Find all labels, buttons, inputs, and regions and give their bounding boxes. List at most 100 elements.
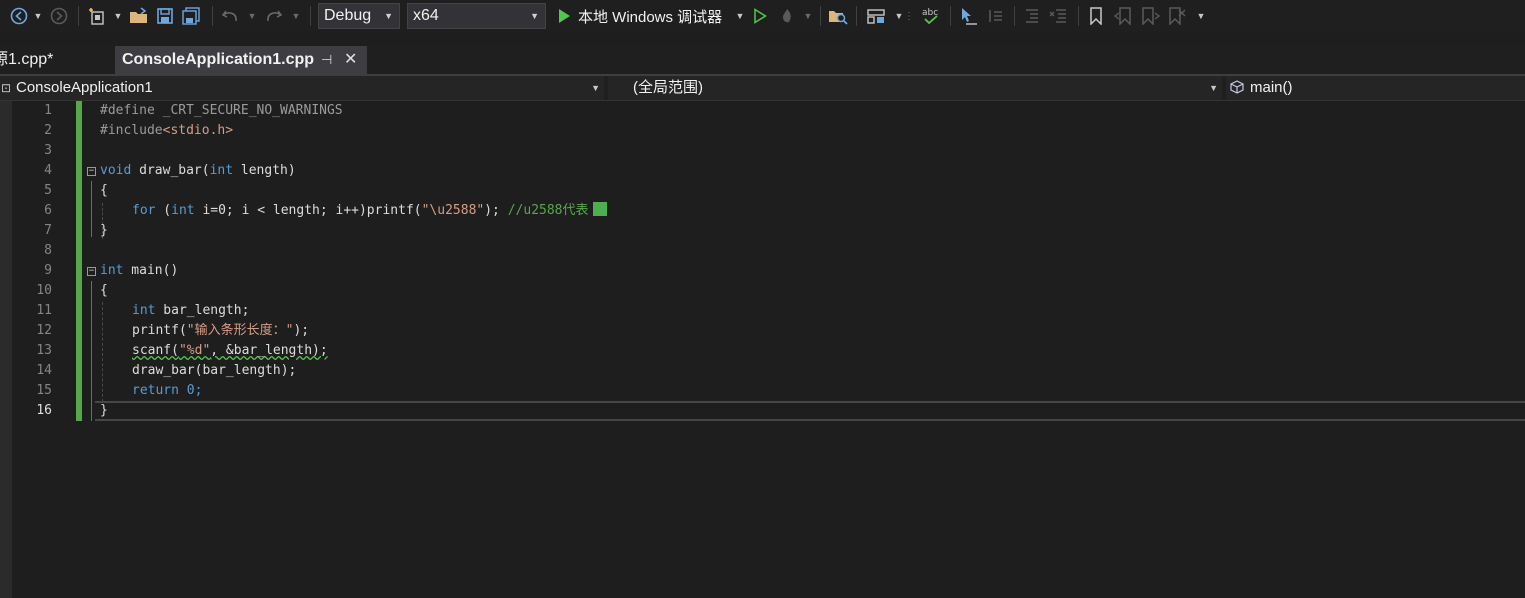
document-tab-strip: 源1.cpp* ConsoleApplication1.cpp ⊣ ✕ [0,46,1525,76]
code-text[interactable]: draw_bar(bar_length); [132,361,296,381]
keyword: for [132,203,156,218]
code-line: 10 [12,281,1525,301]
line-number: 16 [36,403,52,418]
code-part: bar_length; [155,303,250,318]
comment-icon[interactable] [1020,4,1044,28]
code-text[interactable]: return 0; [132,381,202,401]
code-text[interactable]: scanf("%d", &bar_length); [132,341,328,361]
code-part: printf( [132,323,187,338]
tab-consoleapplication1[interactable]: ConsoleApplication1.cpp ⊣ ✕ [115,46,367,74]
line-number: 8 [44,243,52,258]
line-number: 10 [36,283,52,298]
redo-dropdown-icon[interactable]: ▼ [290,4,302,28]
code-text[interactable]: } [100,401,108,421]
code-line: 16 [12,401,1525,421]
layout-icon[interactable] [864,4,888,28]
warning-squiggle: scanf("%d", &bar_length); [132,343,328,358]
code-text[interactable]: printf("输入条形长度："); [132,321,309,341]
chevron-down-icon: ▼ [1209,83,1218,93]
chevron-down-icon: ▼ [384,11,393,21]
code-text[interactable]: int main() [100,261,178,281]
uncomment-icon[interactable] [1046,4,1072,28]
tab-label: ConsoleApplication1.cpp [122,51,315,68]
platform-value: x64 [413,7,439,24]
code-text[interactable]: { [100,181,108,201]
string-literal: "\u2588" [421,203,485,218]
pin-icon[interactable]: ⊣ [321,46,332,74]
code-part: scanf( [132,343,179,358]
code-text[interactable]: #define _CRT_SECURE_NO_WARNINGS [100,101,343,121]
project-icon: ⊡ [1,81,12,95]
new-project-icon[interactable] [86,4,110,28]
start-debugger-button[interactable]: 本地 Windows 调试器 [578,4,738,28]
start-debug-icon[interactable] [554,4,574,28]
next-bookmark-icon[interactable] [1138,4,1162,28]
code-text[interactable]: void draw_bar(int length) [100,161,296,181]
code-line: 9 [12,261,1525,281]
string-literal: "输入条形长度：" [186,323,294,338]
back-icon[interactable] [8,4,30,28]
scope-name: (全局范围) [633,79,703,96]
platform-select[interactable]: x64 ▼ [407,3,546,29]
bookmark-icon[interactable] [1086,4,1106,28]
code-text[interactable]: } [100,221,108,241]
back-dropdown-icon[interactable]: ▼ [32,4,44,28]
line-number: 13 [36,343,52,358]
code-part: ); [484,203,508,218]
keyword: int [171,203,195,218]
project-dropdown[interactable]: ⊡ ConsoleApplication1 ▼ [0,76,604,100]
forward-icon[interactable] [48,4,70,28]
function-cube-icon [1230,76,1244,100]
comment: //u2588代表 [507,203,589,218]
hot-reload-icon[interactable] [776,4,798,28]
save-icon[interactable] [154,4,176,28]
code-text[interactable]: int bar_length; [132,301,249,321]
code-line: 7 [12,221,1525,241]
configuration-value: Debug [324,7,372,24]
close-icon[interactable]: ✕ [344,46,357,74]
find-in-files-icon[interactable] [826,4,850,28]
hot-reload-dropdown-icon[interactable]: ▼ [802,4,814,28]
keyword: int [132,303,156,318]
chevron-down-icon: ▼ [591,83,600,93]
include-path: <stdio.h> [162,123,234,138]
select-icon[interactable] [956,4,980,28]
function-decl: draw_bar( [131,163,210,178]
line-number: 7 [44,223,52,238]
start-without-debug-icon[interactable] [750,4,770,28]
open-folder-icon[interactable] [128,4,150,28]
member-dropdown[interactable]: main() [1226,76,1525,100]
code-text[interactable]: { [100,281,108,301]
keyword: int [209,163,234,178]
redo-icon[interactable] [262,4,286,28]
line-number: 5 [44,183,52,198]
keyword: void [100,163,132,178]
preprocessor: #include [100,123,163,138]
code-text[interactable]: #include<stdio.h> [100,121,233,141]
undo-dropdown-icon[interactable]: ▼ [246,4,258,28]
keyword: int [100,263,124,278]
toolbar-overflow-icon[interactable]: ▼ [1194,4,1208,28]
code-line: 3 [12,141,1525,161]
save-all-icon[interactable] [180,4,204,28]
clear-bookmarks-icon[interactable] [1164,4,1188,28]
tab-source1[interactable]: 源1.cpp* [0,46,115,74]
prev-bookmark-icon[interactable] [1112,4,1136,28]
params: length) [233,163,296,178]
code-line: 15 [12,381,1525,401]
line-number: 9 [44,263,52,278]
scope-dropdown[interactable]: (全局范围) ▼ [608,76,1222,100]
undo-icon[interactable] [218,4,242,28]
line-number: 15 [36,383,52,398]
code-text[interactable]: for (int i=0; i < length; i++)printf("\u… [132,201,607,221]
editor-left-margin [0,101,12,598]
keyword: return 0; [132,383,203,398]
configuration-select[interactable]: Debug ▼ [318,3,400,29]
format-icon[interactable] [984,4,1008,28]
new-dropdown-icon[interactable]: ▼ [112,4,124,28]
debugger-dropdown-icon[interactable]: ▼ [734,4,746,28]
spell-check-icon[interactable]: abc [918,4,944,28]
code-line: 2 [12,121,1525,141]
tab-label: 源1.cpp* [0,51,54,68]
code-line: 8 [12,241,1525,261]
